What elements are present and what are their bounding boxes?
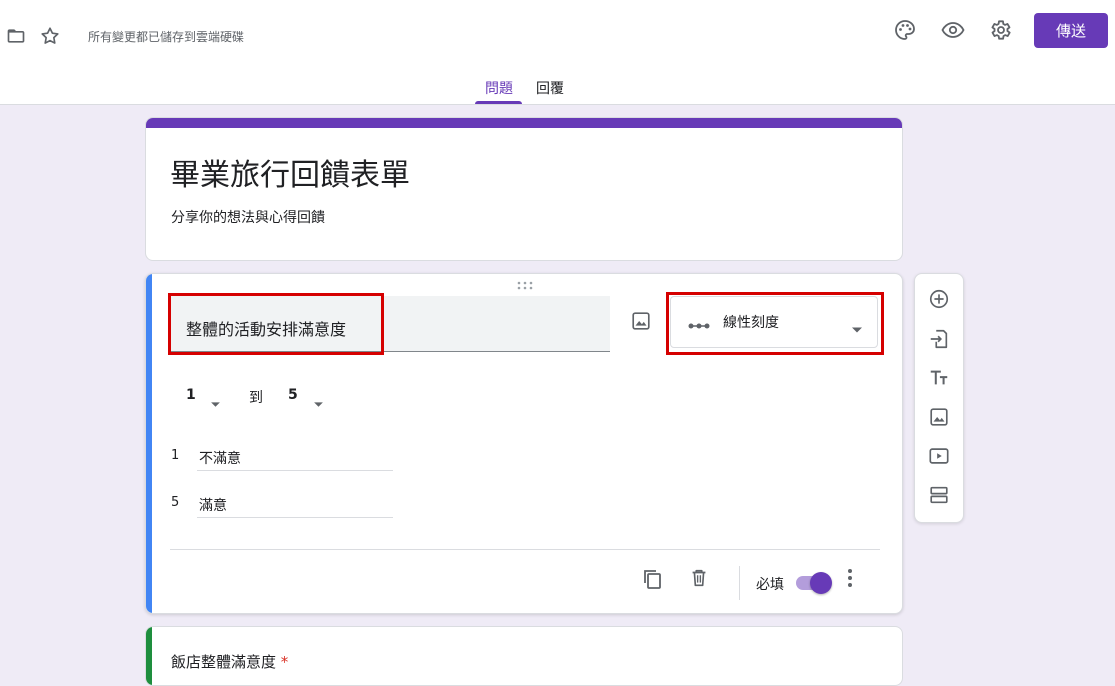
next-question-title: 飯店整體滿意度 * [171, 651, 288, 672]
folder-icon[interactable] [5, 26, 27, 46]
import-questions-icon[interactable] [928, 328, 950, 354]
palette-icon[interactable] [893, 18, 917, 42]
duplicate-icon[interactable] [640, 567, 664, 595]
form-description[interactable]: 分享你的想法與心得回饋 [171, 207, 325, 227]
scale-max-label-input[interactable]: 滿意 [199, 495, 227, 515]
add-question-icon[interactable] [928, 288, 950, 314]
send-button[interactable]: 傳送 [1034, 13, 1108, 48]
scale-max-number: 5 [171, 495, 180, 510]
next-card-indicator [146, 627, 152, 685]
footer-divider [170, 549, 880, 550]
drag-handle-icon[interactable] [516, 280, 534, 290]
required-toggle-knob[interactable] [810, 572, 832, 594]
save-status-text: 所有變更都已儲存到雲端硬碟 [88, 30, 245, 44]
form-title-card[interactable]: 畢業旅行回饋表單 分享你的想法與心得回饋 [145, 117, 903, 261]
active-card-indicator [146, 274, 152, 613]
highlight-box-question [168, 293, 384, 355]
scale-min-label-underline [197, 470, 393, 471]
next-question-card[interactable]: 飯店整體滿意度 * [145, 626, 903, 686]
tab-responses[interactable]: 回覆 [536, 78, 564, 98]
form-title[interactable]: 畢業旅行回饋表單 [170, 150, 410, 194]
next-question-text: 飯店整體滿意度 [171, 653, 277, 671]
star-icon[interactable] [39, 25, 61, 47]
tab-questions[interactable]: 問題 [485, 78, 513, 98]
scale-min-select[interactable]: 1 [186, 387, 196, 403]
scale-to-label: 到 [249, 390, 263, 406]
active-tab-indicator [475, 101, 522, 104]
add-image-icon[interactable] [928, 406, 950, 432]
add-image-icon[interactable] [630, 310, 652, 336]
scale-max-select[interactable]: 5 [288, 387, 298, 403]
scale-max-chevron-down-icon[interactable] [313, 393, 324, 412]
top-bar: 所有變更都已儲存到雲端硬碟 傳送 問題 回覆 [0, 0, 1115, 105]
question-card[interactable]: 整體的活動安排滿意度 線性刻度 1 到 5 1 不滿意 5 滿意 必填 [145, 273, 903, 614]
add-section-icon[interactable] [928, 484, 950, 510]
delete-trash-icon[interactable] [688, 566, 710, 594]
more-options-icon[interactable] [846, 568, 854, 592]
highlight-box-type [666, 292, 884, 355]
theme-accent-bar [146, 118, 902, 128]
required-label: 必填 [756, 577, 784, 593]
floating-side-toolbar [914, 273, 964, 523]
scale-min-label-input[interactable]: 不滿意 [199, 448, 241, 468]
scale-max-label-underline [197, 517, 393, 518]
footer-vertical-divider [739, 566, 740, 600]
add-title-text-icon[interactable] [928, 367, 950, 393]
preview-eye-icon[interactable] [940, 18, 966, 42]
scale-min-chevron-down-icon[interactable] [210, 393, 221, 412]
add-video-icon[interactable] [928, 445, 950, 471]
scale-min-number: 1 [171, 448, 180, 463]
required-asterisk: * [280, 653, 289, 671]
settings-gear-icon[interactable] [988, 18, 1012, 42]
